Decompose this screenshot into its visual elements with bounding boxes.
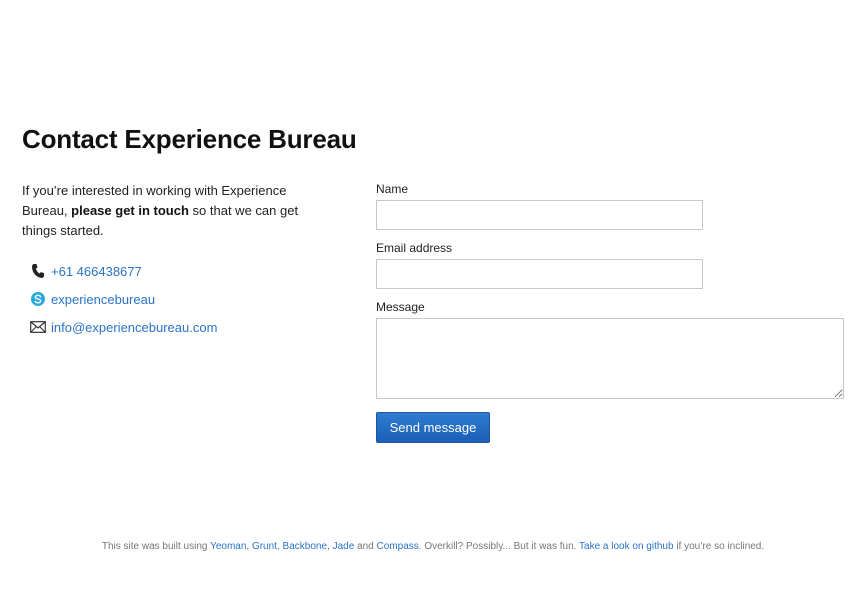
footer-prefix: This site was built using: [101, 541, 208, 552]
envelope-icon: [30, 319, 46, 335]
phone-icon: [30, 263, 46, 279]
footer-middle: . Overkill? Possibly... But it was fun.: [418, 541, 577, 552]
footer: This site was built using Yeoman, Grunt,…: [101, 541, 765, 552]
email-input[interactable]: [376, 259, 703, 289]
contact-phone: +61 466438677: [30, 257, 217, 285]
message-textarea[interactable]: [376, 318, 844, 399]
message-label: Message: [376, 300, 425, 314]
footer-link-grunt[interactable]: Grunt: [252, 541, 277, 552]
contact-form: Name Email address Message Send message: [376, 182, 844, 443]
footer-link-compass[interactable]: Compass: [377, 541, 419, 552]
email-label: Email address: [376, 241, 453, 255]
send-message-button[interactable]: Send message: [376, 412, 490, 443]
email-link[interactable]: info@experiencebureau.com: [51, 320, 217, 335]
contact-email: info@experiencebureau.com: [30, 313, 217, 341]
skype-icon: [30, 291, 46, 307]
intro-text: If you’re interested in working with Exp…: [22, 181, 322, 241]
page-title: Contact Experience Bureau: [22, 124, 357, 154]
contact-skype: experiencebureau: [30, 285, 217, 313]
footer-link-github[interactable]: Take a look on github: [579, 541, 674, 552]
contact-page: Contact Experience Bureau If you’re inte…: [0, 0, 866, 600]
contact-list: +61 466438677 experiencebureau info@expe…: [30, 257, 217, 341]
footer-link-backbone[interactable]: Backbone: [283, 541, 327, 552]
footer-and: and: [357, 541, 374, 552]
skype-link[interactable]: experiencebureau: [51, 292, 155, 307]
phone-link[interactable]: +61 466438677: [51, 264, 142, 279]
name-input[interactable]: [376, 200, 703, 230]
name-label: Name: [376, 182, 409, 196]
footer-link-jade[interactable]: Jade: [333, 541, 355, 552]
footer-link-yeoman[interactable]: Yeoman: [210, 541, 246, 552]
footer-suffix: if you’re so inclined.: [676, 541, 765, 552]
intro-bold-link: please get in touch: [71, 203, 189, 218]
